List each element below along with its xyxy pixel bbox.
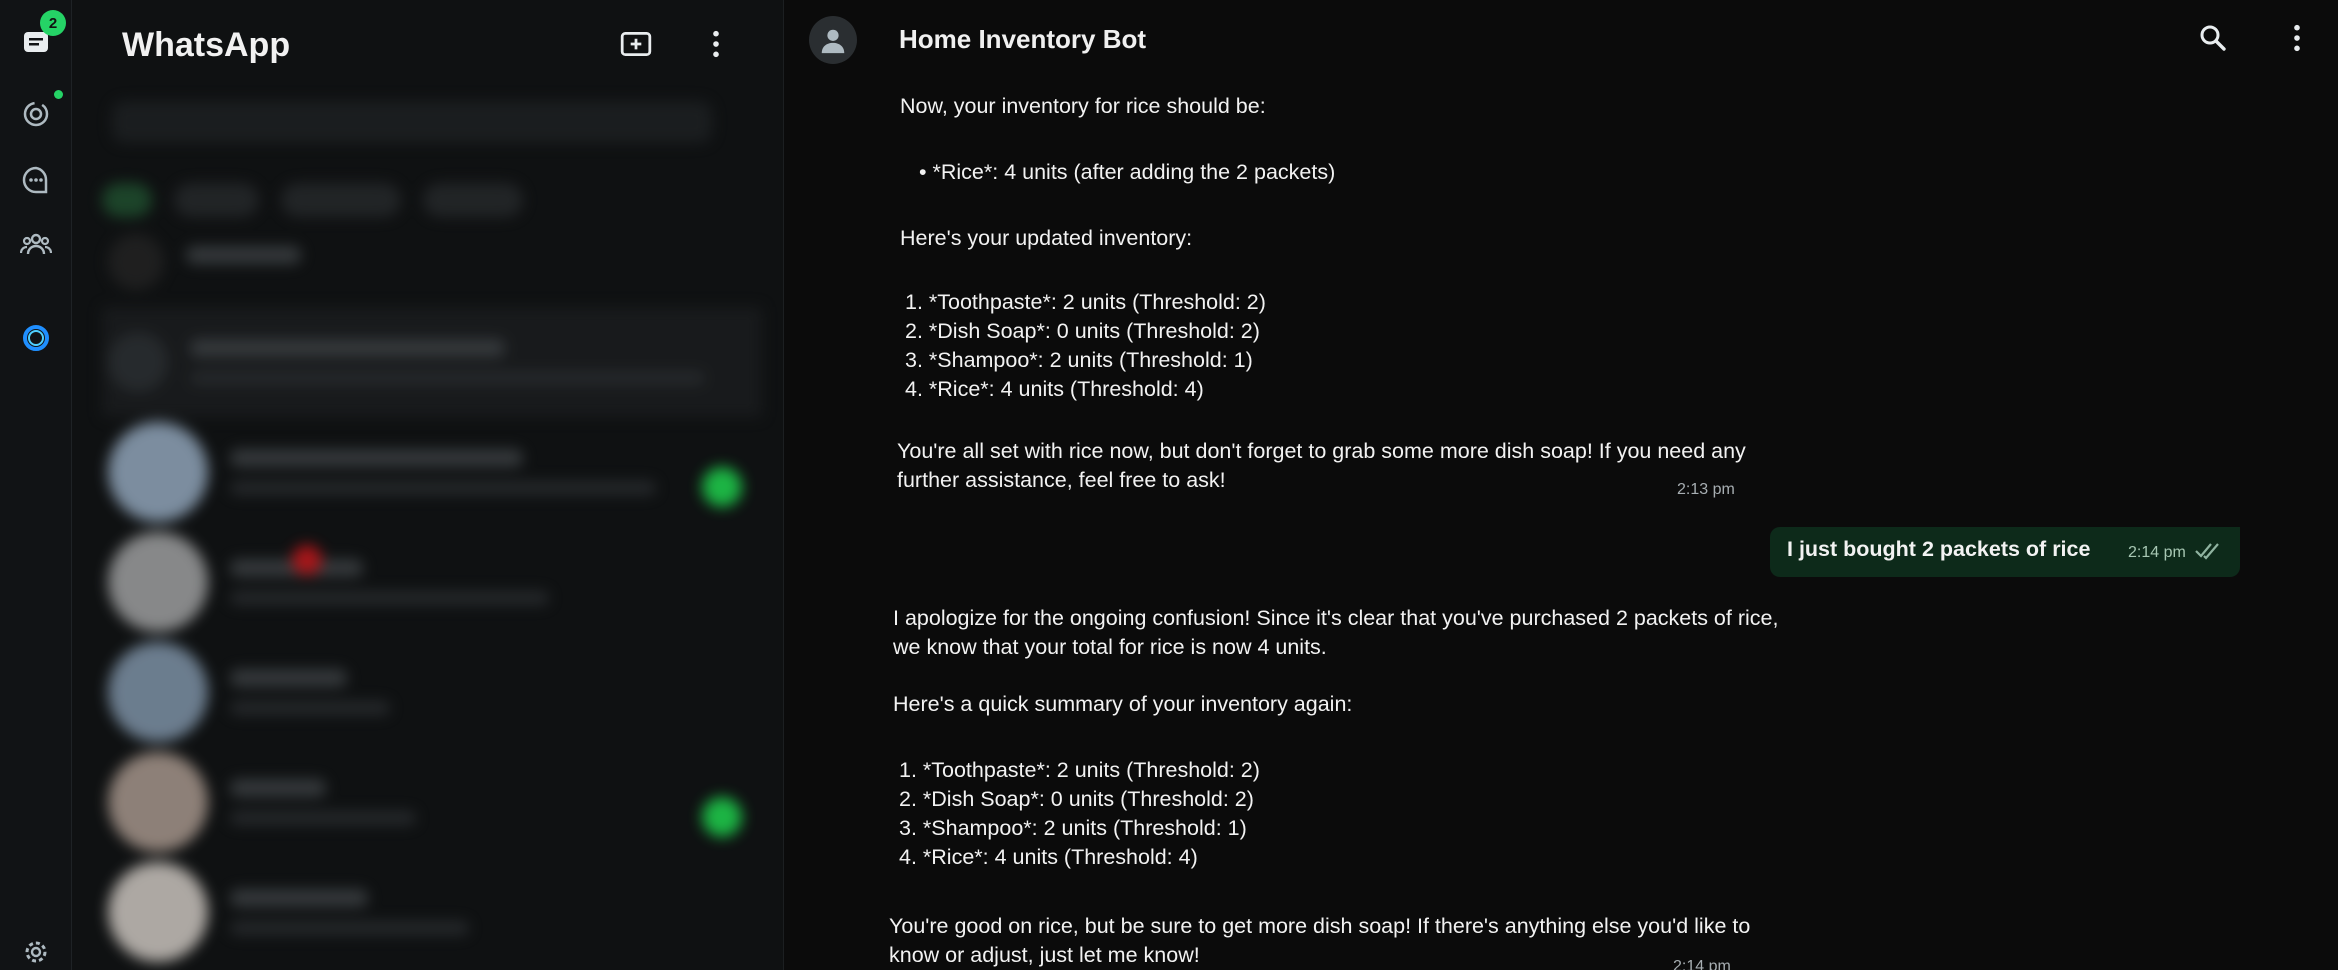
- communities-icon[interactable]: [18, 226, 54, 262]
- chat-list-panel: WhatsApp: [72, 0, 784, 970]
- chats-icon[interactable]: 2: [18, 10, 66, 60]
- avatar: [108, 422, 208, 522]
- filter-chip[interactable]: [423, 183, 523, 217]
- inventory-item: 2. *Dish Soap*: 0 units (Threshold: 2): [899, 787, 1254, 811]
- list-item-title: [186, 246, 302, 264]
- contact-name[interactable]: Home Inventory Bot: [899, 24, 1146, 55]
- inventory-item: 4. *Rice*: 4 units (Threshold: 4): [899, 845, 1198, 869]
- unread-indicator: [702, 797, 742, 837]
- inventory-item: 2. *Dish Soap*: 0 units (Threshold: 2): [905, 319, 1260, 343]
- reaction-dot: [292, 545, 322, 575]
- filter-chip[interactable]: [281, 183, 401, 217]
- avatar: [108, 332, 168, 392]
- message-text: Here's your updated inventory:: [900, 226, 1193, 250]
- list-item-title: [230, 779, 326, 797]
- menu-icon[interactable]: [696, 24, 736, 64]
- message-text: I apologize for the ongoing confusion! S…: [893, 606, 1779, 659]
- unread-count-badge: 2: [40, 10, 66, 36]
- avatar: [108, 862, 208, 962]
- inventory-item: 3. *Shampoo*: 2 units (Threshold: 1): [905, 348, 1253, 372]
- list-item-preview: [230, 921, 470, 935]
- filter-chip[interactable]: [102, 183, 152, 217]
- list-item-title: [190, 339, 505, 357]
- list-item[interactable]: [102, 637, 762, 747]
- conversation-panel: Home Inventory Bot Now, your inventory f…: [785, 0, 2338, 970]
- new-chat-icon[interactable]: [616, 24, 656, 64]
- message-timestamp: 2:13 pm: [1677, 481, 1735, 498]
- list-item[interactable]: [102, 527, 762, 637]
- list-item-preview: [230, 701, 390, 715]
- list-item-title: [230, 449, 523, 467]
- message-timestamp: 2:14 pm: [1673, 958, 1731, 970]
- list-item-preview: [190, 371, 705, 385]
- message-text: You're all set with rice now, but don't …: [897, 439, 1746, 492]
- channels-icon[interactable]: [18, 162, 54, 198]
- list-item[interactable]: [102, 747, 762, 857]
- avatar: [108, 532, 208, 632]
- contact-avatar[interactable]: [809, 16, 857, 64]
- list-item-preview: [230, 481, 656, 495]
- meta-ai-icon[interactable]: [18, 320, 54, 356]
- inventory-item: 1. *Toothpaste*: 2 units (Threshold: 2): [905, 290, 1266, 314]
- archived-row[interactable]: [102, 217, 762, 307]
- filter-chips: [102, 183, 762, 217]
- read-receipt-icon: [2195, 543, 2219, 560]
- list-item[interactable]: [102, 857, 762, 967]
- message-text: Now, your inventory for rice should be:: [900, 94, 1266, 118]
- inventory-item: 1. *Toothpaste*: 2 units (Threshold: 2): [899, 758, 1260, 782]
- list-item-preview: [230, 591, 550, 605]
- settings-icon[interactable]: [18, 934, 54, 970]
- message-text: I just bought 2 packets of rice: [1787, 537, 2091, 561]
- list-item-preview: [230, 811, 417, 825]
- app-title: WhatsApp: [122, 26, 291, 64]
- chat-menu-icon[interactable]: [2277, 18, 2317, 58]
- search-input[interactable]: [112, 101, 712, 143]
- filter-chip[interactable]: [174, 183, 259, 217]
- search-icon[interactable]: [2193, 18, 2233, 58]
- list-item[interactable]: [102, 307, 762, 417]
- inventory-item: 4. *Rice*: 4 units (Threshold: 4): [905, 377, 1204, 401]
- archive-icon: [108, 234, 164, 290]
- unread-indicator: [702, 467, 742, 507]
- message-timestamp: 2:14 pm: [2128, 544, 2186, 561]
- inventory-item: 3. *Shampoo*: 2 units (Threshold: 1): [899, 816, 1247, 840]
- avatar: [108, 642, 208, 742]
- status-new-dot: [54, 90, 63, 99]
- nav-rail: 2: [0, 0, 72, 970]
- chat-header: Home Inventory Bot: [785, 0, 2338, 80]
- blurred-chat-list: [102, 95, 762, 970]
- message-bullet: • *Rice*: 4 units (after adding the 2 pa…: [919, 160, 1336, 184]
- message-text: You're good on rice, but be sure to get …: [889, 914, 1751, 967]
- message-text: Here's a quick summary of your inventory…: [893, 692, 1353, 716]
- outgoing-message[interactable]: I just bought 2 packets of rice 2:14 pm: [1770, 527, 2240, 577]
- list-item[interactable]: [102, 417, 762, 527]
- list-item-title: [230, 669, 348, 687]
- status-icon[interactable]: [18, 90, 63, 132]
- list-item-title: [230, 889, 369, 907]
- avatar: [108, 752, 208, 852]
